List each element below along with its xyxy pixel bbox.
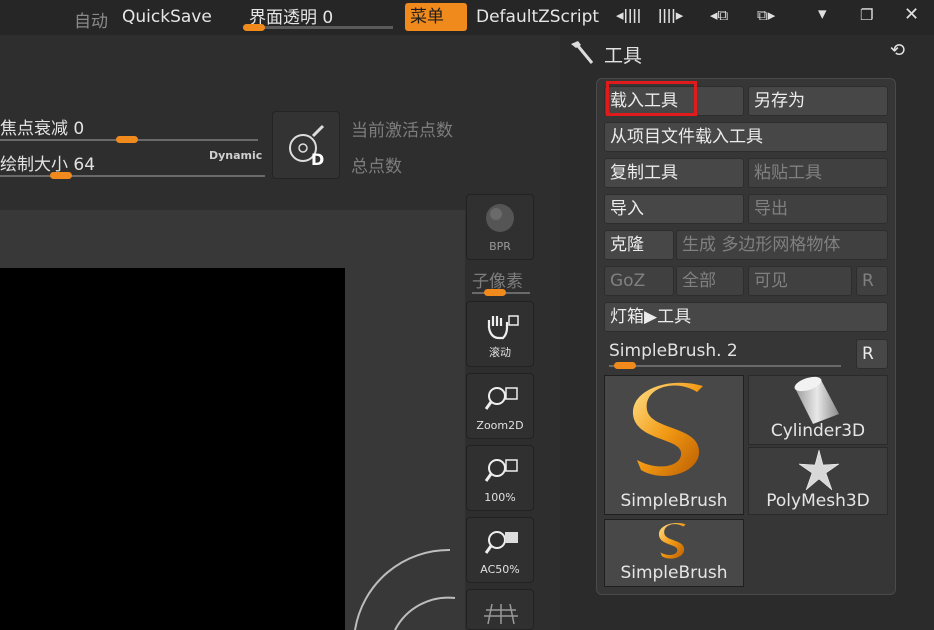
current-tool-r-button[interactable]: R (856, 339, 888, 369)
actual-size-button[interactable]: 100% (466, 445, 534, 511)
current-tool-knob[interactable] (614, 362, 636, 369)
focal-falloff-knob[interactable] (116, 136, 138, 143)
star-icon (799, 450, 839, 490)
bpr-sphere-icon (486, 204, 514, 232)
actual-size-icon (485, 459, 518, 482)
restore-icon[interactable]: ❐ (860, 6, 873, 24)
transparency-slider-knob[interactable] (243, 24, 265, 31)
current-tool-slider[interactable] (609, 365, 841, 367)
tool-thumb-simplebrush[interactable]: SimpleBrush (604, 375, 744, 515)
arrows-left-right-icon[interactable]: ◂ǀǀǀǀ (616, 6, 641, 24)
draw-point-icon: D (289, 124, 324, 169)
tool-palette-header[interactable]: 工具 ⟲ (560, 35, 934, 75)
default-zscript-button[interactable]: DefaultZScript (476, 7, 599, 27)
paste-tool-button[interactable]: 粘贴工具 (748, 158, 888, 188)
tool-thumb-simplebrush-small[interactable]: SimpleBrush (604, 519, 744, 587)
ac50-label: AC50% (480, 563, 520, 576)
copy-tool-button[interactable]: 复制工具 (604, 158, 744, 188)
minimize-icon[interactable]: ▾ (818, 4, 827, 24)
arrows-right-icon[interactable]: ǀǀǀǀ▸ (658, 6, 683, 24)
draw-size-label: 绘制大小 64 (0, 155, 96, 175)
focal-falloff-label: 焦点衰减 0 (0, 119, 85, 139)
perspective-button[interactable] (466, 589, 534, 630)
simplebrush-s-small-icon (658, 523, 686, 559)
draw-size-slider[interactable] (0, 175, 265, 177)
total-points-label: 总点数 (351, 157, 402, 177)
menu-button-label: 菜单 (410, 7, 444, 27)
actual-size-label: 100% (484, 491, 516, 504)
hammer-icon (571, 41, 594, 64)
save-as-button[interactable]: 另存为 (748, 86, 888, 116)
all-button[interactable]: 全部 (676, 266, 744, 296)
make-polymesh-button[interactable]: 生成 多边形网格物体 (676, 230, 888, 260)
zoom2d-icon (485, 387, 518, 410)
tool-thumb-cylinder3d[interactable]: Cylinder3D (748, 375, 888, 445)
close-icon[interactable]: ✕ (904, 4, 919, 25)
hand-icon (487, 315, 519, 340)
reset-palette-icon[interactable]: ⟲ (890, 40, 905, 61)
document-canvas[interactable] (0, 268, 345, 630)
ac50-icon (485, 531, 518, 554)
ac50-button[interactable]: AC50% (466, 517, 534, 583)
quicksave-button[interactable]: QuickSave (122, 7, 212, 27)
gyro-arcs (354, 548, 456, 630)
point-count-button[interactable]: D (272, 111, 340, 179)
tool-palette: 载入工具 另存为 从项目文件载入工具 复制工具 粘贴工具 导入 导出 克隆 生成… (596, 78, 896, 595)
scroll-tool-label: 滚动 (489, 346, 511, 359)
active-points-label: 当前激活点数 (351, 121, 453, 141)
thumb-caption-cylinder3d: Cylinder3D (770, 421, 866, 441)
layout-right-icon[interactable]: ⧉▸ (757, 6, 775, 24)
goz-r-button[interactable]: R (856, 266, 888, 296)
menu-button[interactable]: 菜单 (405, 3, 467, 31)
transparency-slider[interactable] (243, 26, 393, 29)
thumb-caption-polymesh3d: PolyMesh3D (766, 491, 870, 511)
thumb-caption-simplebrush-small: SimpleBrush (620, 563, 728, 583)
tool-palette-title: 工具 (604, 45, 643, 67)
lightbox-tools-button[interactable]: 灯箱▶工具 (604, 302, 888, 332)
top-menubar: 自动 QuickSave 界面透明 0 菜单 DefaultZScript ◂ǀ… (0, 0, 934, 35)
zoom2d-button[interactable]: Zoom2D (466, 373, 534, 439)
highlight-box (606, 81, 697, 116)
layout-left-icon[interactable]: ◂⧉ (710, 6, 728, 24)
load-from-project-button[interactable]: 从项目文件载入工具 (604, 122, 888, 152)
visible-button[interactable]: 可见 (748, 266, 852, 296)
bpr-label: BPR (489, 240, 511, 253)
export-button[interactable]: 导出 (748, 194, 888, 224)
clone-button[interactable]: 克隆 (604, 230, 674, 260)
current-tool-label: SimpleBrush. 2 (609, 341, 738, 361)
draw-size-knob[interactable] (50, 172, 72, 179)
dynamic-toggle[interactable]: Dynamic (209, 149, 262, 162)
bpr-button[interactable]: BPR (466, 194, 534, 260)
auto-label: 自动 (74, 12, 108, 32)
thumb-caption-simplebrush: SimpleBrush (620, 491, 728, 511)
import-button[interactable]: 导入 (604, 194, 744, 224)
goz-button[interactable]: GoZ (604, 266, 674, 296)
zoom2d-label: Zoom2D (476, 419, 524, 432)
subpixel-knob[interactable] (484, 289, 506, 296)
simplebrush-s-icon (632, 382, 703, 477)
floor-grid-icon (484, 603, 518, 625)
tool-thumb-polymesh3d[interactable]: PolyMesh3D (748, 447, 888, 515)
svg-text:D: D (311, 150, 324, 169)
scroll-tool-button[interactable]: 滚动 (466, 301, 534, 367)
